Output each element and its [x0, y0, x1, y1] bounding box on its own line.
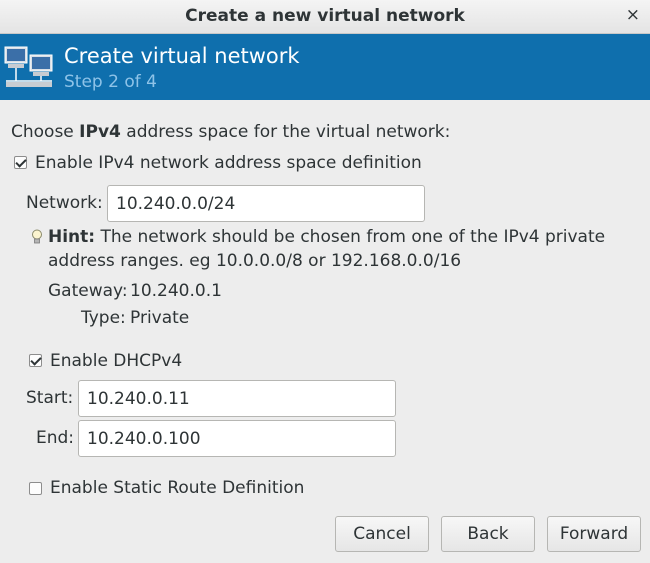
- network-input[interactable]: [107, 185, 425, 222]
- type-label: Type:: [81, 308, 126, 328]
- intro-bold: IPv4: [79, 122, 121, 142]
- hint-text-1: The network should be chosen from one of…: [95, 227, 606, 247]
- wizard-banner: Create virtual network Step 2 of 4: [0, 34, 650, 100]
- gateway-label: Gateway:: [48, 281, 128, 301]
- cancel-button[interactable]: Cancel: [335, 516, 429, 552]
- intro-prefix: Choose: [11, 122, 80, 142]
- ipv4-enable-checkbox[interactable]: [14, 156, 27, 169]
- static-route-label[interactable]: Enable Static Route Definition: [50, 478, 304, 498]
- dhcp-end-input[interactable]: [78, 420, 396, 457]
- network-label: Network:: [26, 193, 103, 213]
- dhcp-start-label: Start:: [26, 388, 74, 408]
- ipv4-enable-label[interactable]: Enable IPv4 network address space defini…: [35, 153, 422, 173]
- network-computers-icon: [4, 46, 53, 87]
- dhcp-end-label: End:: [36, 428, 75, 448]
- hint-line-1: Hint: The network should be chosen from …: [48, 227, 605, 247]
- wizard-title: Create virtual network: [64, 44, 300, 68]
- intro-text: Choose IPv4 address space for the virtua…: [11, 122, 450, 142]
- close-icon[interactable]: ×: [626, 5, 640, 25]
- forward-button[interactable]: Forward: [547, 516, 641, 552]
- wizard-step: Step 2 of 4: [64, 72, 157, 92]
- dhcp-start-input[interactable]: [78, 380, 396, 417]
- dhcp-enable-checkbox[interactable]: [29, 354, 42, 367]
- window-titlebar: Create a new virtual network ×: [0, 0, 650, 34]
- lightbulb-icon: [32, 229, 42, 244]
- back-button[interactable]: Back: [441, 516, 535, 552]
- window-title: Create a new virtual network: [185, 6, 465, 26]
- dhcp-enable-label[interactable]: Enable DHCPv4: [50, 351, 182, 371]
- hint-bold: Hint:: [48, 227, 96, 247]
- gateway-value: 10.240.0.1: [130, 281, 222, 301]
- type-value: Private: [130, 308, 190, 328]
- hint-line-2: address ranges. eg 10.0.0.0/8 or 192.168…: [48, 251, 462, 271]
- intro-suffix: address space for the virtual network:: [120, 122, 451, 142]
- static-route-checkbox[interactable]: [29, 482, 42, 495]
